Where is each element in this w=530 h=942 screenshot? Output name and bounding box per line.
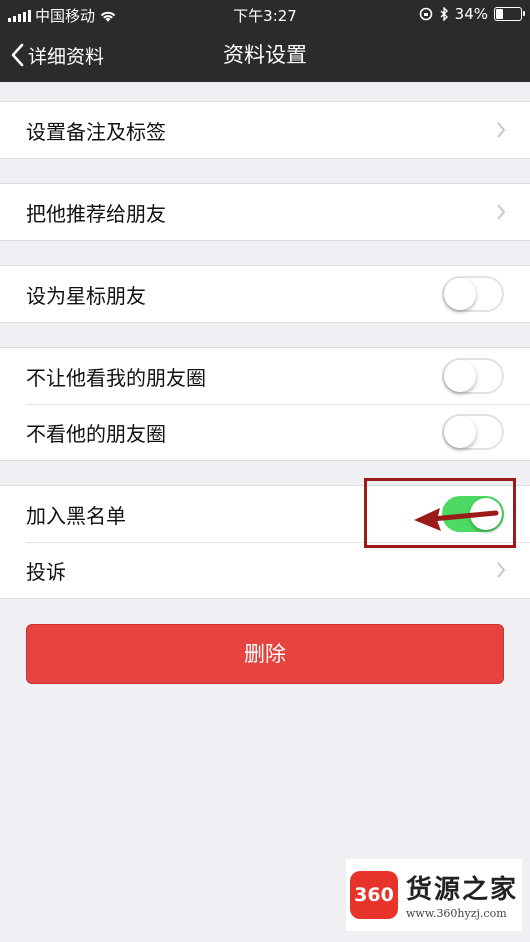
battery-percent: 34%: [454, 5, 488, 23]
row-label: 设为星标朋友: [26, 283, 146, 308]
watermark-url: www.360hyzj.com: [406, 907, 507, 920]
nav-bar: 详细资料 资料设置: [0, 28, 530, 82]
delete-button[interactable]: 删除: [26, 624, 504, 684]
star-friend-switch[interactable]: [442, 276, 504, 312]
rotation-lock-icon: [419, 7, 432, 21]
chevron-right-icon: [497, 562, 506, 578]
switch-knob: [444, 278, 476, 310]
group-remark: 设置备注及标签: [0, 101, 530, 159]
row-report[interactable]: 投诉: [0, 542, 530, 598]
row-label: 设置备注及标签: [26, 119, 166, 144]
switch-knob: [444, 360, 476, 392]
row-recommend-friend[interactable]: 把他推荐给朋友: [0, 184, 530, 240]
status-right: 34%: [419, 5, 525, 23]
battery-fill: [496, 9, 503, 19]
row-label: 加入黑名单: [26, 503, 126, 528]
row-hide-my-moments: 不让他看我的朋友圈: [0, 348, 530, 404]
annotation-arrow-icon: [414, 508, 499, 531]
watermark: 360 货源之家 www.360hyzj.com: [346, 859, 522, 931]
row-label: 投诉: [26, 559, 66, 584]
watermark-title: 货源之家: [406, 875, 519, 905]
chevron-right-icon: [497, 122, 506, 138]
row-label: 不看他的朋友圈: [26, 421, 166, 446]
group-moments: 不让他看我的朋友圈 不看他的朋友圈: [0, 347, 530, 461]
switch-knob: [444, 416, 476, 448]
not-view-moments-switch[interactable]: [442, 414, 504, 450]
chevron-right-icon: [497, 204, 506, 220]
row-not-view-moments: 不看他的朋友圈: [0, 404, 530, 460]
bluetooth-icon: [440, 7, 448, 21]
row-label: 把他推荐给朋友: [26, 201, 166, 226]
row-star-friend: 设为星标朋友: [0, 266, 530, 322]
page-title: 资料设置: [223, 43, 307, 67]
battery-icon: [494, 7, 525, 21]
row-label: 不让他看我的朋友圈: [26, 365, 206, 390]
row-remark-tags[interactable]: 设置备注及标签: [0, 102, 530, 158]
watermark-logo: 360: [350, 871, 398, 919]
group-recommend: 把他推荐给朋友: [0, 183, 530, 241]
hide-my-moments-switch[interactable]: [442, 358, 504, 394]
status-bar: 中国移动 下午3:27 34%: [0, 0, 530, 28]
group-star: 设为星标朋友: [0, 265, 530, 323]
